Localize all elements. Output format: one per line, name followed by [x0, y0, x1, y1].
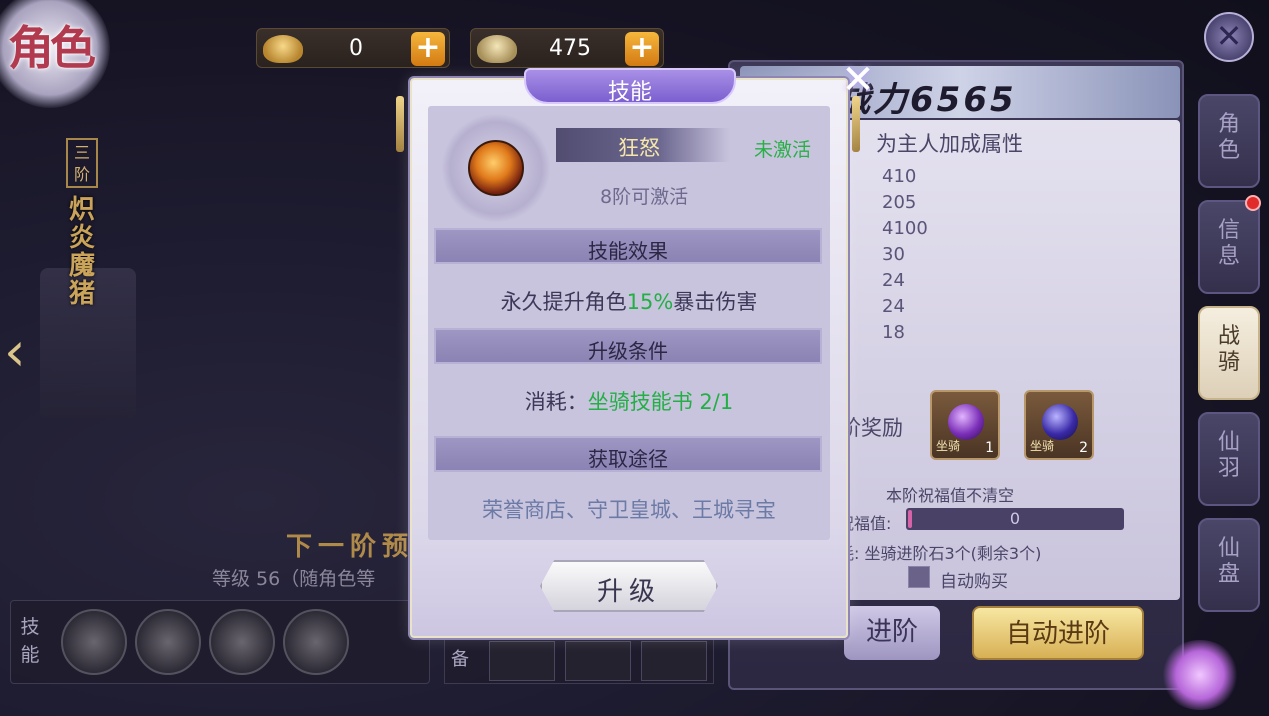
auto-buy-checkbox[interactable]: [908, 566, 930, 588]
skill-slot-2[interactable]: [135, 609, 201, 675]
attribute-heading: 为主人加成属性: [876, 132, 1023, 156]
reward-count: 1: [985, 440, 994, 456]
dialog-pin-left: [396, 96, 404, 152]
cost-value: 坐骑技能书 2/1: [587, 390, 734, 414]
reward-label: 阶奖励: [840, 416, 903, 440]
add-gold-button[interactable]: +: [411, 32, 445, 66]
equip-slot-3[interactable]: [641, 641, 707, 681]
tab-disc[interactable]: 仙 盘: [1198, 518, 1260, 612]
upgrade-section-title: 升级条件: [588, 339, 668, 363]
notification-dot: [1245, 195, 1261, 211]
gold-ingot-icon: [263, 35, 303, 63]
tab-mount[interactable]: 战 骑: [1198, 306, 1260, 400]
skill-slot-1[interactable]: [61, 609, 127, 675]
tab-info[interactable]: 信 息: [1198, 200, 1260, 294]
reward-item-2[interactable]: 坐骑 2: [1024, 390, 1094, 460]
attribute-value: 18: [882, 322, 905, 343]
gold-value: 0: [349, 36, 363, 61]
tab-role[interactable]: 角 色: [1198, 94, 1260, 188]
source-text: 荣誉商店、守卫皇城、王城寻宝: [482, 498, 776, 522]
equip-slot-2[interactable]: [565, 641, 631, 681]
tab-label: 仙 羽: [1217, 430, 1240, 481]
silver-ingot-icon: [477, 35, 517, 63]
attribute-value: 24: [882, 296, 905, 317]
upgrade-cost: 消耗：坐骑技能书 2/1: [428, 386, 830, 416]
skill-bar: 技能: [10, 600, 430, 684]
attribute-value: 410: [882, 166, 917, 187]
skill-slot-4[interactable]: [283, 609, 349, 675]
dialog-pin-right: [852, 96, 860, 152]
reward-item-1[interactable]: 坐骑 1: [930, 390, 1000, 460]
dialog-header: 技能: [524, 68, 736, 105]
attribute-value: 30: [882, 244, 905, 265]
tab-label: 战 骑: [1217, 324, 1240, 375]
add-silver-button[interactable]: +: [625, 32, 659, 66]
tab-label: 仙 盘: [1217, 536, 1240, 587]
dialog-close-button[interactable]: ✕: [838, 60, 878, 100]
orb-icon: [948, 404, 984, 440]
equip-label: 备: [451, 649, 469, 670]
effect-suffix: 暴击伤害: [673, 290, 758, 314]
dialog-title: 技能: [607, 80, 652, 105]
source-section-title: 获取途径: [588, 447, 668, 471]
level-text: 等级 56（随角色等: [212, 568, 376, 590]
effect-text: 永久提升角色15%暴击伤害: [428, 286, 830, 316]
mount-name: 炽炎魔猪: [68, 195, 95, 309]
source-section-header: 获取途径: [434, 436, 822, 472]
cost-prefix: 消耗：: [524, 390, 588, 414]
equip-slot-1[interactable]: [489, 641, 555, 681]
effect-value: 15%: [626, 290, 674, 314]
attribute-value: 205: [882, 192, 917, 213]
page-title: 角色: [8, 21, 96, 75]
attribute-value: 4100: [882, 218, 928, 239]
auto-advance-button[interactable]: 自动进阶: [972, 606, 1144, 660]
advance-button[interactable]: 进阶: [844, 606, 940, 660]
effect-prefix: 永久提升角色: [500, 290, 627, 314]
silver-value: 475: [549, 36, 591, 61]
tab-wings[interactable]: 仙 羽: [1198, 412, 1260, 506]
rage-skill-icon: [468, 140, 524, 196]
skill-name: 狂怒: [618, 136, 660, 160]
effect-section-title: 技能效果: [588, 239, 668, 263]
upgrade-button-label: 升级: [596, 577, 661, 607]
close-window-button[interactable]: ✕: [1204, 12, 1254, 62]
bless-progress-bar: 0: [906, 508, 1124, 530]
bless-value: 0: [1009, 509, 1021, 528]
chevron-left-icon[interactable]: ‹: [4, 320, 40, 384]
silver-currency: 475 +: [470, 28, 664, 68]
next-stage-title: 下一阶预: [286, 532, 415, 562]
game-scene: 角色 0 + 475 + ✕ 三阶 炽炎魔猪 ‹ 下一阶预 等级 56（随角色等…: [0, 0, 1269, 716]
mount-rank-badge: 三阶: [66, 138, 98, 188]
advance-cost: 耗: 坐骑进阶石3个(剩余3个): [838, 544, 1042, 563]
reward-tag: 坐骑: [936, 439, 961, 453]
effect-section-header: 技能效果: [434, 228, 822, 264]
bless-title: 本阶祝福值不清空: [886, 486, 1015, 505]
orb-icon: [1042, 404, 1078, 440]
reward-count: 2: [1079, 440, 1088, 456]
upgrade-button[interactable]: 升级: [540, 560, 718, 612]
skill-status: 未激活: [754, 139, 812, 161]
tab-label: 信 息: [1217, 218, 1240, 269]
tab-label: 角 色: [1217, 112, 1240, 163]
skill-slot-3[interactable]: [209, 609, 275, 675]
reward-tag: 坐骑: [1030, 439, 1055, 453]
upgrade-section-header: 升级条件: [434, 328, 822, 364]
auto-buy-label: 自动购买: [940, 572, 1008, 592]
attribute-value: 24: [882, 270, 905, 291]
gold-currency: 0 +: [256, 28, 450, 68]
lotus-decoration: [1160, 640, 1240, 710]
equipment-bar: 备: [444, 636, 714, 684]
skills-label: 技能: [20, 616, 40, 666]
activate-condition: 8阶可激活: [600, 186, 689, 208]
